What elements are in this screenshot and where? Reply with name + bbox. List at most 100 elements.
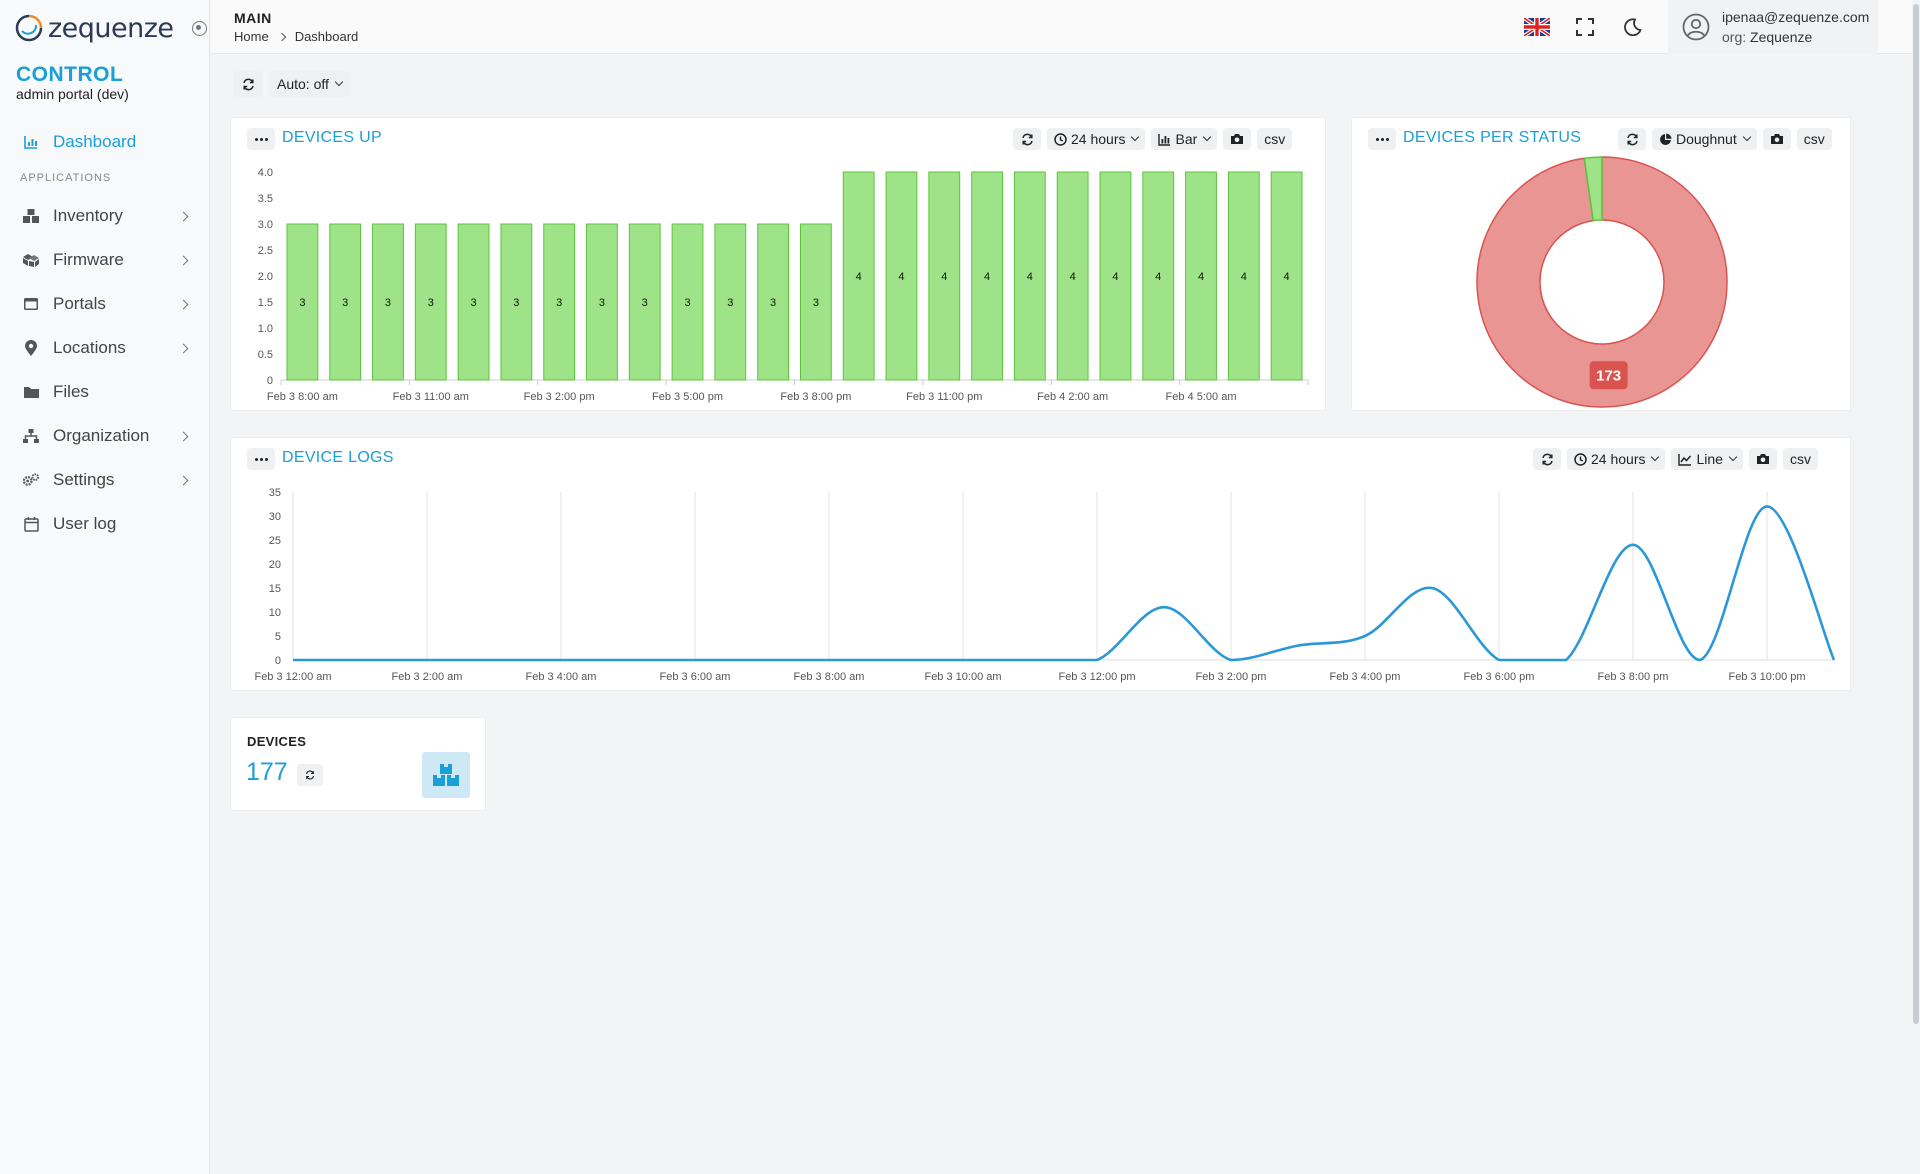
- dot: [1380, 137, 1384, 141]
- screenshot-button[interactable]: [1223, 128, 1252, 150]
- card-menu-button[interactable]: [247, 448, 275, 470]
- chevron-right-icon: [277, 32, 286, 41]
- bar-data-label: 3: [556, 297, 562, 309]
- cubes-icon: [22, 251, 40, 269]
- sidebar-item-label: User log: [53, 514, 117, 533]
- chevron-right-icon: [178, 431, 189, 441]
- chart-type-label: Line: [1696, 451, 1723, 467]
- time-range-dropdown[interactable]: 24 hours: [1567, 448, 1666, 470]
- dot: [259, 137, 263, 141]
- calendar-icon: [22, 515, 40, 533]
- refresh-icon: [242, 78, 254, 90]
- dot: [254, 457, 258, 461]
- page-scrollbar[interactable]: [1912, 0, 1920, 1174]
- y-tick-label: 0: [267, 375, 273, 387]
- card-title: DEVICE LOGS: [282, 449, 394, 466]
- chart-icon: [22, 133, 40, 151]
- auto-refresh-dropdown[interactable]: Auto: off: [269, 71, 350, 97]
- refresh-button[interactable]: [1013, 128, 1041, 150]
- csv-export-button[interactable]: csv: [1796, 128, 1832, 150]
- header-actions: [1524, 14, 1646, 40]
- card-title: DEVICES UP: [282, 129, 382, 146]
- pin-sidebar-icon[interactable]: [191, 20, 207, 36]
- dot: [1375, 137, 1379, 141]
- chevron-down-icon: [1651, 452, 1660, 462]
- breadcrumb-current: Dashboard: [294, 29, 359, 44]
- sidebar-item-label: Firmware: [53, 250, 124, 269]
- dot: [264, 457, 268, 461]
- user-org: org: Zequenze: [1722, 27, 1869, 47]
- y-tick-label: 15: [269, 583, 281, 595]
- bar-chart-icon: [1158, 133, 1171, 146]
- user-info: ipenaa@zequenze.com org: Zequenze: [1722, 7, 1869, 47]
- y-tick-label: 1.5: [258, 297, 273, 309]
- logo-row: zequenze: [0, 0, 209, 56]
- uk-flag-icon[interactable]: [1524, 14, 1550, 40]
- bar-data-label: 3: [642, 297, 648, 309]
- csv-export-button[interactable]: csv: [1782, 448, 1818, 470]
- sidebar-item-organization[interactable]: Organization: [0, 414, 209, 458]
- sidebar-nav: Dashboard APPLICATIONS Inventory Firmwar…: [0, 120, 209, 546]
- card-menu-button[interactable]: [247, 128, 275, 150]
- sidebar: zequenze CONTROL admin portal (dev) Dash…: [0, 0, 210, 1174]
- card-menu-button[interactable]: [1368, 128, 1396, 150]
- refresh-button[interactable]: [1618, 128, 1646, 150]
- fullscreen-icon[interactable]: [1572, 14, 1598, 40]
- chevron-down-icon: [1742, 132, 1751, 142]
- bar-data-label: 3: [770, 297, 776, 309]
- card-toolbar: 24 hours Bar csv: [1013, 128, 1293, 150]
- sidebar-item-user-log[interactable]: User log: [0, 502, 209, 546]
- chevron-down-icon: [334, 77, 344, 87]
- sidebar-item-firmware[interactable]: Firmware: [0, 238, 209, 282]
- refresh-icon: [305, 770, 315, 780]
- chart-type-dropdown[interactable]: Line: [1671, 448, 1743, 470]
- sidebar-item-inventory[interactable]: Inventory: [0, 194, 209, 238]
- sitemap-icon: [22, 427, 40, 445]
- bar-data-label: 3: [727, 297, 733, 309]
- chart-type-dropdown[interactable]: Bar: [1151, 128, 1218, 150]
- bar-data-label: 3: [428, 297, 434, 309]
- bar-data-label: 4: [1241, 271, 1247, 283]
- brand-subtitle: admin portal (dev): [16, 86, 129, 102]
- sidebar-item-dashboard[interactable]: Dashboard: [0, 120, 209, 164]
- chart-type-label: Bar: [1175, 131, 1198, 147]
- x-tick-label: Feb 3 11:00 am: [393, 391, 469, 403]
- sidebar-item-label: Portals: [53, 294, 106, 313]
- csv-export-button[interactable]: csv: [1257, 128, 1293, 150]
- sidebar-item-portals[interactable]: Portals: [0, 282, 209, 326]
- sidebar-item-settings[interactable]: Settings: [0, 458, 209, 502]
- org-label: org:: [1722, 29, 1747, 45]
- y-tick-label: 25: [269, 535, 281, 547]
- screenshot-button[interactable]: [1762, 128, 1791, 150]
- screenshot-button[interactable]: [1748, 448, 1777, 470]
- bar-data-label: 4: [1070, 271, 1076, 283]
- slice-value-label: 173: [1596, 367, 1621, 384]
- kpi-refresh-button[interactable]: [297, 764, 323, 786]
- chart-type-dropdown[interactable]: Doughnut: [1652, 128, 1757, 150]
- logo-text: zequenze: [48, 12, 174, 44]
- sidebar-item-locations[interactable]: Locations: [0, 326, 209, 370]
- line-chart-icon: [1678, 453, 1692, 466]
- org-name: Zequenze: [1750, 29, 1813, 45]
- bar-data-label: 4: [1155, 271, 1161, 283]
- scrollbar-thumb[interactable]: [1913, 4, 1919, 1024]
- user-avatar-icon: [1682, 13, 1710, 41]
- y-tick-label: 2.5: [258, 245, 273, 257]
- sidebar-item-label: Organization: [53, 426, 150, 445]
- y-tick-label: 5: [275, 631, 281, 643]
- devices-per-status-doughnut-chart: 173: [1476, 156, 1728, 408]
- dark-mode-moon-icon[interactable]: [1620, 14, 1646, 40]
- device-logs-line-chart: 0 5 10 15 20 25 30 35 Feb 3 12:00 am Feb 3 2:00 a…: [254, 487, 1836, 683]
- time-range-dropdown[interactable]: 24 hours: [1047, 128, 1146, 150]
- user-menu[interactable]: ipenaa@zequenze.com org: Zequenze: [1668, 0, 1878, 54]
- breadcrumb-home[interactable]: Home: [234, 29, 269, 44]
- x-tick-label: Feb 3 6:00 am: [660, 671, 731, 683]
- x-tick-label: Feb 3 5:00 pm: [652, 391, 723, 403]
- refresh-button[interactable]: [1533, 448, 1561, 470]
- bar-data-label: 3: [471, 297, 477, 309]
- refresh-all-button[interactable]: [233, 71, 263, 97]
- bar-data-label: 3: [599, 297, 605, 309]
- x-tick-label: Feb 3 8:00 pm: [780, 391, 851, 403]
- sidebar-item-files[interactable]: Files: [0, 370, 209, 414]
- map-pin-icon: [22, 339, 40, 357]
